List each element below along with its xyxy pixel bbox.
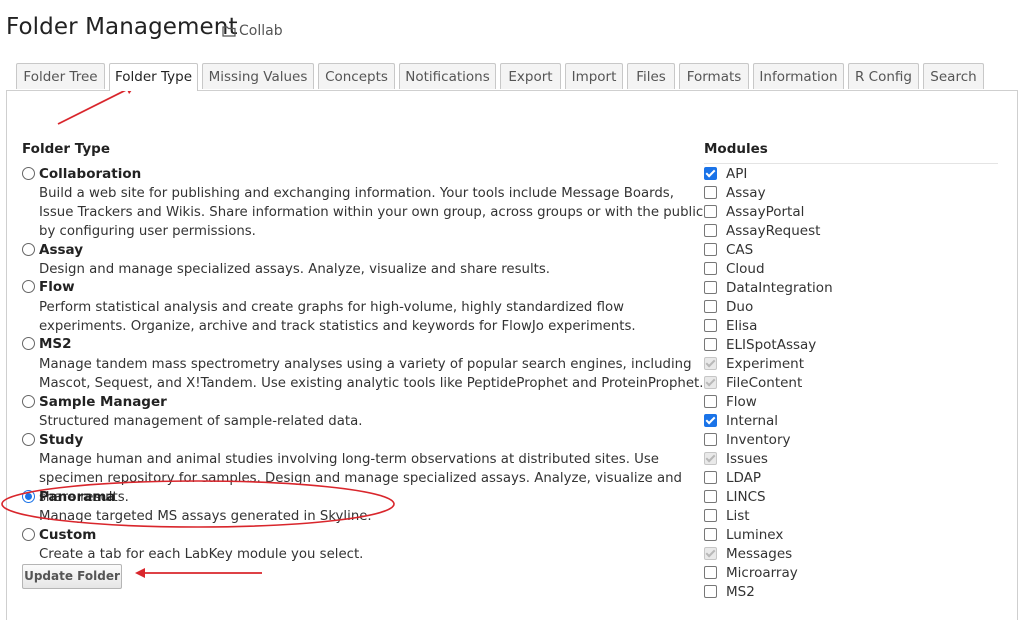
module-cloud[interactable]: Cloud xyxy=(704,259,765,278)
module-api[interactable]: API xyxy=(704,164,747,183)
module-checkbox[interactable] xyxy=(704,319,717,332)
folder-type-sample-manager-desc: Structured management of sample-related … xyxy=(39,414,363,429)
module-checkbox xyxy=(704,452,717,465)
page-title: Folder Management xyxy=(6,14,238,40)
folder-type-custom-desc: Create a tab for each LabKey module you … xyxy=(39,547,364,562)
folder-type-flow[interactable]: Flow xyxy=(39,279,75,295)
tab-formats[interactable]: Formats xyxy=(679,63,749,89)
module-checkbox[interactable] xyxy=(704,395,717,408)
radio-study[interactable] xyxy=(22,433,35,446)
module-checkbox[interactable] xyxy=(704,186,717,199)
module-issues: Issues xyxy=(704,449,768,468)
folder-type-assay[interactable]: Assay xyxy=(39,242,83,258)
tab-concepts[interactable]: Concepts xyxy=(318,63,395,89)
module-checkbox[interactable] xyxy=(704,585,717,598)
radio-flow[interactable] xyxy=(22,280,35,293)
module-flow[interactable]: Flow xyxy=(704,392,757,411)
module-checkbox[interactable] xyxy=(704,471,717,484)
module-elispotassay[interactable]: ELISpotAssay xyxy=(704,335,816,354)
module-ms2[interactable]: MS2 xyxy=(704,582,755,601)
module-assayportal[interactable]: AssayPortal xyxy=(704,202,804,221)
update-folder-button[interactable]: Update Folder xyxy=(22,564,122,589)
module-checkbox xyxy=(704,376,717,389)
tab-folder-type[interactable]: Folder Type xyxy=(109,63,198,91)
module-checkbox[interactable] xyxy=(704,205,717,218)
module-assayrequest[interactable]: AssayRequest xyxy=(704,221,820,240)
folder-type-assay-desc: Design and manage specialized assays. An… xyxy=(39,262,551,277)
module-list[interactable]: List xyxy=(704,506,750,525)
module-checkbox xyxy=(704,547,717,560)
radio-assay[interactable] xyxy=(22,243,35,256)
folder-type-study[interactable]: Study xyxy=(39,432,83,448)
radio-collaboration[interactable] xyxy=(22,167,35,180)
tab-r-config[interactable]: R Config xyxy=(848,63,919,89)
module-checkbox[interactable] xyxy=(704,414,717,427)
module-internal[interactable]: Internal xyxy=(704,411,778,430)
folder-breadcrumb[interactable]: Collab xyxy=(222,23,283,39)
tab-files[interactable]: Files xyxy=(627,63,675,89)
modules-heading: Modules xyxy=(704,141,768,157)
module-checkbox[interactable] xyxy=(704,300,717,313)
module-lincs[interactable]: LINCS xyxy=(704,487,766,506)
module-dataintegration[interactable]: DataIntegration xyxy=(704,278,833,297)
module-ldap[interactable]: LDAP xyxy=(704,468,761,487)
folder-type-panorama-desc: Manage targeted MS assays generated in S… xyxy=(39,509,372,524)
module-checkbox[interactable] xyxy=(704,490,717,503)
module-luminex[interactable]: Luminex xyxy=(704,525,783,544)
radio-ms2[interactable] xyxy=(22,337,35,350)
tab-information[interactable]: Information xyxy=(753,63,844,89)
module-checkbox[interactable] xyxy=(704,281,717,294)
module-checkbox[interactable] xyxy=(704,167,717,180)
folder-type-study-desc: Manage human and animal studies involvin… xyxy=(39,452,682,505)
module-checkbox[interactable] xyxy=(704,224,717,237)
folder-type-flow-desc: Perform statistical analysis and create … xyxy=(39,300,636,334)
module-duo[interactable]: Duo xyxy=(704,297,753,316)
radio-custom[interactable] xyxy=(22,528,35,541)
module-checkbox[interactable] xyxy=(704,338,717,351)
module-filecontent: FileContent xyxy=(704,373,802,392)
module-microarray[interactable]: Microarray xyxy=(704,563,798,582)
tab-missing-values[interactable]: Missing Values xyxy=(202,63,314,89)
module-checkbox[interactable] xyxy=(704,243,717,256)
tab-folder-tree[interactable]: Folder Tree xyxy=(16,63,105,89)
radio-sample-manager[interactable] xyxy=(22,395,35,408)
folder-type-sample-manager[interactable]: Sample Manager xyxy=(39,394,167,410)
module-messages: Messages xyxy=(704,544,792,563)
module-experiment: Experiment xyxy=(704,354,804,373)
folder-name[interactable]: Collab xyxy=(239,23,283,39)
tab-import[interactable]: Import xyxy=(565,63,623,89)
module-checkbox[interactable] xyxy=(704,433,717,446)
modules-divider xyxy=(704,163,998,164)
module-elisa[interactable]: Elisa xyxy=(704,316,757,335)
folder-icon xyxy=(222,26,236,37)
folder-type-panorama[interactable]: Panorama xyxy=(39,489,115,505)
module-checkbox[interactable] xyxy=(704,566,717,579)
module-checkbox[interactable] xyxy=(704,509,717,522)
module-checkbox[interactable] xyxy=(704,528,717,541)
module-checkbox xyxy=(704,357,717,370)
folder-type-ms2-desc: Manage tandem mass spectrometry analyses… xyxy=(39,357,704,391)
folder-type-collaboration[interactable]: Collaboration xyxy=(39,166,141,182)
module-inventory[interactable]: Inventory xyxy=(704,430,790,449)
tab-export[interactable]: Export xyxy=(500,63,561,89)
folder-type-custom[interactable]: Custom xyxy=(39,527,96,543)
module-checkbox[interactable] xyxy=(704,262,717,275)
folder-type-collaboration-desc: Build a web site for publishing and exch… xyxy=(39,186,704,239)
folder-type-ms2[interactable]: MS2 xyxy=(39,336,72,352)
radio-panorama[interactable] xyxy=(22,490,35,503)
tab-notifications[interactable]: Notifications xyxy=(399,63,496,89)
folder-type-heading: Folder Type xyxy=(22,141,110,157)
module-assay[interactable]: Assay xyxy=(704,183,766,202)
tab-search[interactable]: Search xyxy=(923,63,984,89)
module-cas[interactable]: CAS xyxy=(704,240,753,259)
